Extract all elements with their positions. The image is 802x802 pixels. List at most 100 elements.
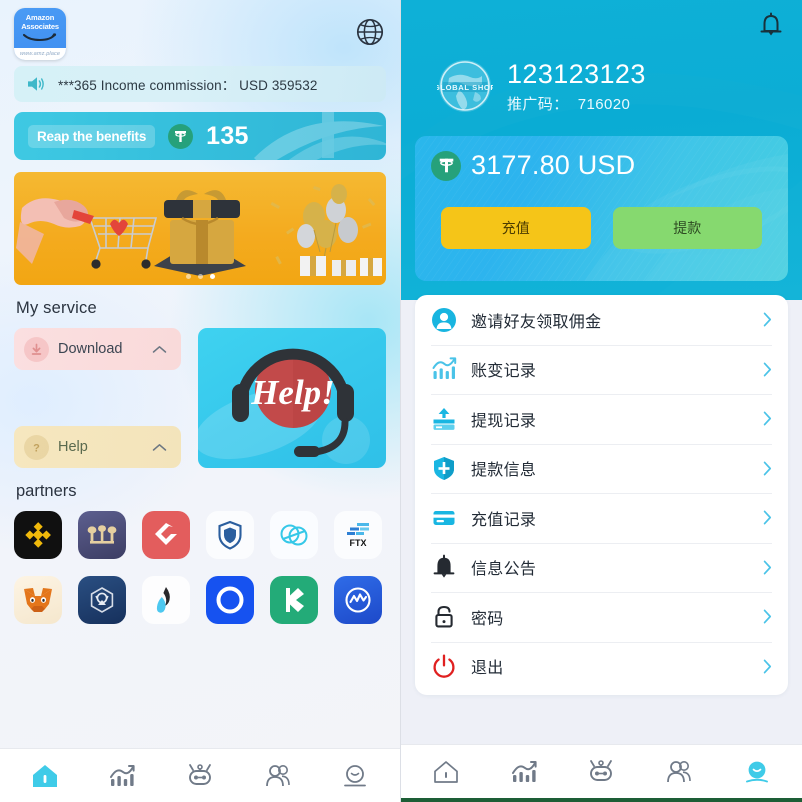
chevron-right-icon [763, 411, 772, 426]
logo-url: www.amz.place [14, 48, 66, 60]
help-card-button[interactable]: ? Help [14, 426, 181, 468]
menu-item-announcements[interactable]: 信息公告 [415, 542, 788, 593]
chart-icon [431, 356, 457, 382]
partner-metamask-icon[interactable] [14, 576, 62, 624]
usdt-icon [168, 123, 194, 149]
account-row: GLOBAL SHOP 123123123 推广码： 716020 [401, 50, 802, 114]
left-panel-content: Amazon Associates www.amz.place ***365 I… [0, 0, 400, 748]
right-header [401, 0, 802, 50]
promo-banner-art [16, 184, 382, 276]
promo-banner[interactable] [14, 172, 386, 285]
chevron-right-icon [763, 312, 772, 327]
promo-code: 推广码： 716020 [507, 93, 646, 114]
partners-title: partners [16, 482, 77, 500]
partner-polkadot-icon[interactable] [78, 511, 126, 559]
menu-item-label: 账变记录 [471, 363, 537, 381]
download-card[interactable]: Download [14, 328, 181, 370]
bottom-green-strip [401, 798, 802, 802]
balance-row: 3177.80 USD [431, 150, 772, 181]
svg-text:?: ? [33, 442, 40, 454]
chevron-up-icon [152, 345, 167, 353]
banner-dot[interactable] [197, 274, 203, 279]
partner-gateio-icon[interactable] [142, 511, 190, 559]
account-name: 123123123 [507, 59, 646, 89]
profile-menu-list: 邀请好友领取佣金 账变记录 提现记录 提款信息 充值记录 信息公告 密码 退出 [415, 295, 788, 695]
card-icon [431, 505, 457, 531]
banner-dots[interactable] [14, 274, 386, 279]
balance-actions: 充值 提款 [431, 207, 772, 249]
download-icon [24, 336, 49, 362]
chevron-up-icon [152, 443, 167, 451]
menu-item-invite-friends[interactable]: 邀请好友领取佣金 [415, 295, 788, 345]
chevron-right-icon [763, 510, 772, 525]
left-header: Amazon Associates www.amz.place [0, 0, 400, 62]
amazon-smile-icon [23, 33, 57, 42]
recharge-button[interactable]: 充值 [441, 207, 591, 249]
withdraw-button[interactable]: 提款 [612, 207, 762, 249]
nav-chart[interactable] [501, 752, 547, 792]
notice-text: ***365 Income commission： USD 359532 [58, 78, 318, 93]
reap-benefits-bar[interactable]: Reap the benefits 135 [14, 112, 386, 160]
nav-team[interactable] [255, 756, 301, 796]
menu-item-password[interactable]: 密码 [415, 592, 788, 642]
banner-dot-active[interactable] [209, 274, 215, 279]
nav-profile[interactable] [332, 756, 378, 796]
menu-item-label: 充值记录 [471, 511, 537, 529]
nav-robot[interactable] [177, 756, 223, 796]
promo-code-label: 推广码： [507, 96, 569, 113]
nav-home-active[interactable] [22, 756, 68, 796]
partner-shield-icon[interactable] [206, 511, 254, 559]
power-icon [431, 653, 457, 679]
nav-profile-active[interactable] [734, 752, 780, 792]
bell-icon[interactable] [754, 9, 788, 43]
svg-text:Help!: Help! [250, 373, 335, 412]
partner-cryptocom-icon[interactable] [78, 576, 126, 624]
globe-logo-text: GLOBAL SHOP [437, 83, 493, 92]
benefit-label: Reap the benefits [28, 124, 156, 148]
nav-home[interactable] [423, 752, 469, 792]
nav-team[interactable] [656, 752, 702, 792]
nav-chart[interactable] [99, 756, 145, 796]
menu-item-recharge-records[interactable]: 充值记录 [415, 493, 788, 543]
nav-robot[interactable] [578, 752, 624, 792]
bell-icon [431, 554, 457, 580]
menu-item-label: 提现记录 [471, 412, 537, 430]
menu-item-label: 提款信息 [471, 462, 537, 480]
right-panel-profile: GLOBAL SHOP 123123123 推广码： 716020 3177.8… [401, 0, 802, 802]
help-support-card[interactable]: Help! [198, 328, 386, 468]
shield-icon [431, 455, 457, 481]
benefit-value: 135 [206, 121, 249, 150]
menu-item-label: 退出 [471, 660, 504, 678]
service-buttons: Download ? Help [14, 328, 181, 468]
ftx-label: FTX [349, 537, 367, 548]
income-commission-notice[interactable]: ***365 Income commission： USD 359532 [14, 66, 386, 102]
partner-kucoin-icon[interactable] [270, 576, 318, 624]
question-icon: ? [24, 434, 49, 460]
partner-ftx-icon[interactable]: FTX [334, 511, 382, 559]
partner-bitfinex-icon[interactable] [270, 511, 318, 559]
menu-item-withdrawal-info[interactable]: 提款信息 [415, 443, 788, 494]
menu-item-logout[interactable]: 退出 [415, 641, 788, 692]
chevron-right-icon [763, 659, 772, 674]
account-info: 123123123 推广码： 716020 [507, 58, 646, 114]
globe-icon[interactable] [354, 16, 386, 48]
menu-item-label: 密码 [471, 610, 504, 628]
global-shop-logo: GLOBAL SHOP [437, 60, 493, 112]
my-service-title: My service [16, 299, 97, 317]
balance-card: 3177.80 USD 充值 提款 [415, 136, 788, 281]
chevron-right-icon [763, 609, 772, 624]
headset-icon: Help! [198, 348, 370, 464]
partner-huobi-icon[interactable] [142, 576, 190, 624]
amazon-associates-logo[interactable]: Amazon Associates www.amz.place [14, 8, 66, 60]
partner-binance-icon[interactable] [14, 511, 62, 559]
promo-code-value: 716020 [577, 96, 631, 113]
chevron-right-icon [763, 560, 772, 575]
logo-line-1: Amazon [25, 13, 55, 22]
banner-dot[interactable] [185, 274, 191, 279]
user-circle-icon [431, 307, 457, 333]
partner-coinbase-icon[interactable] [206, 576, 254, 624]
lock-icon [431, 604, 457, 630]
menu-item-account-records[interactable]: 账变记录 [415, 344, 788, 395]
menu-item-withdrawal-records[interactable]: 提现记录 [415, 394, 788, 444]
partner-coinmarketcap-icon[interactable] [334, 576, 382, 624]
